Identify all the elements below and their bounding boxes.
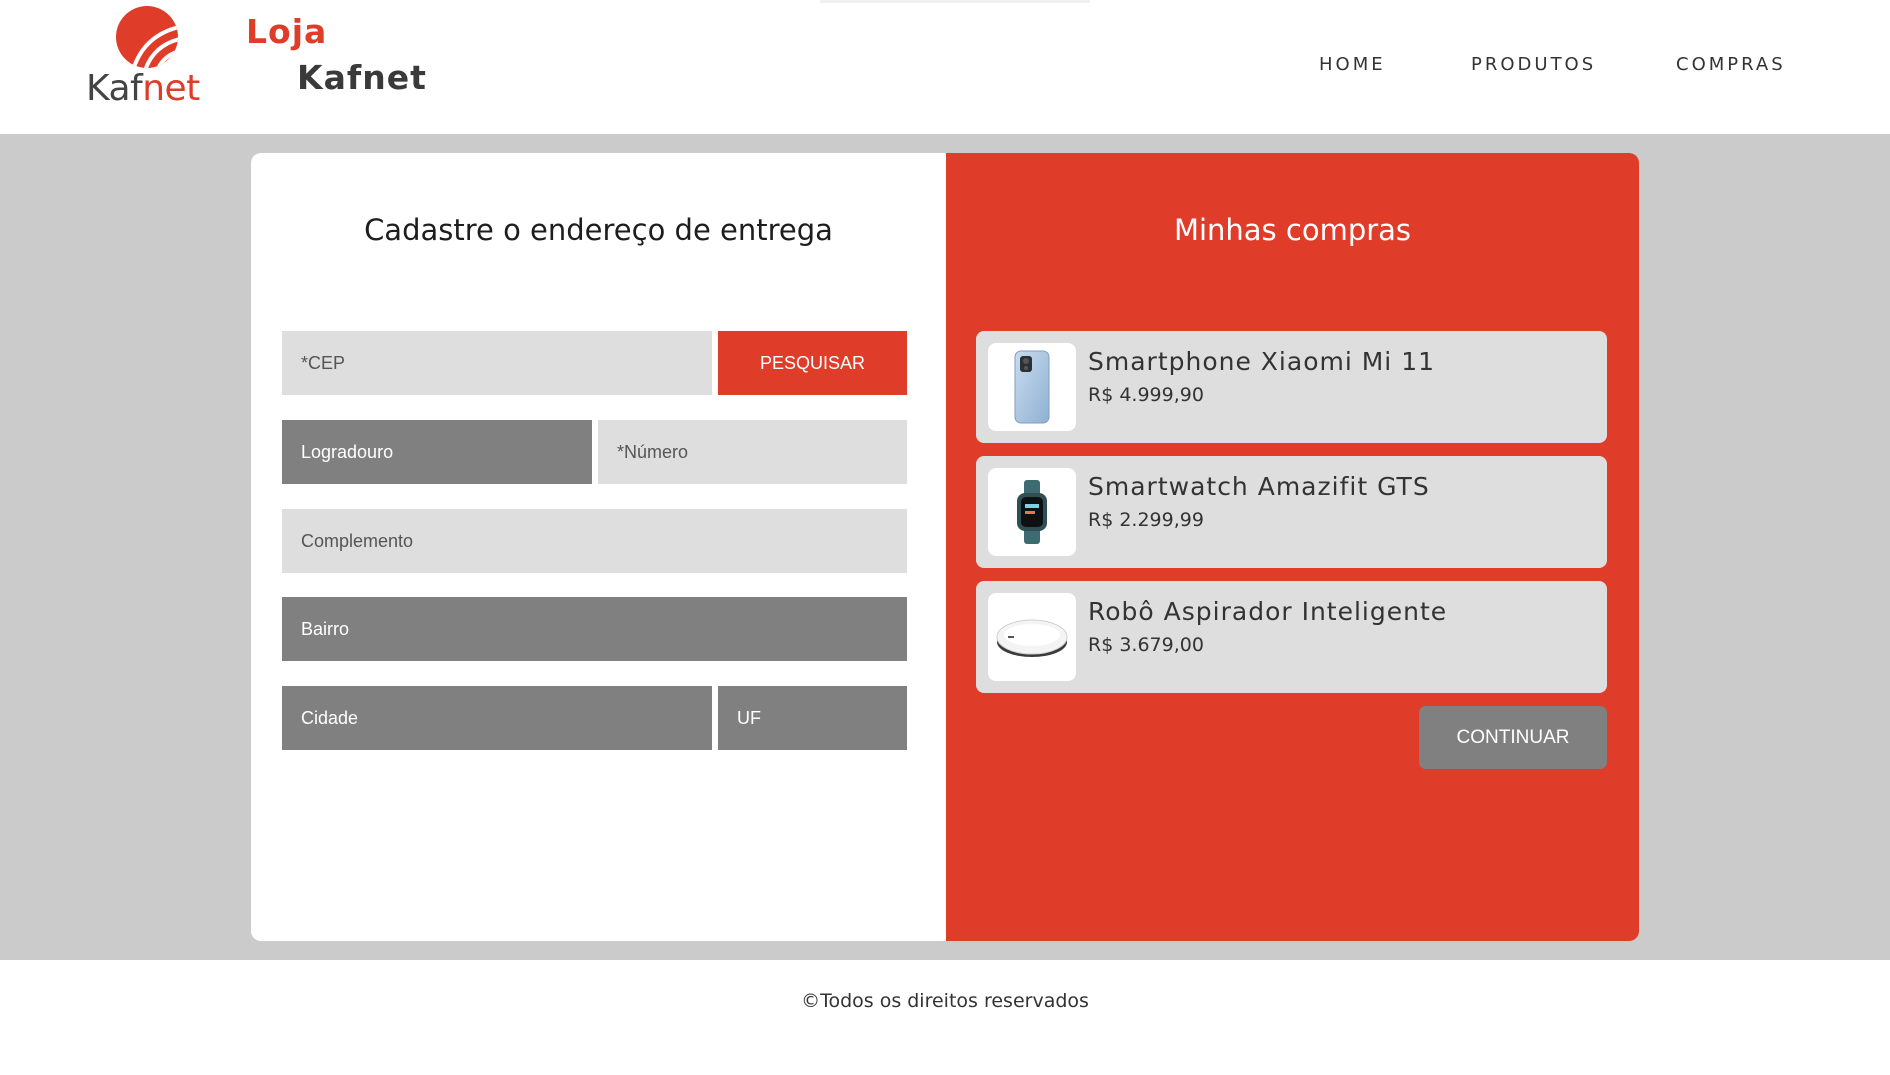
product-name: Smartwatch Amazifit GTS xyxy=(1088,472,1430,501)
brand-title-loja: Loja xyxy=(246,12,328,51)
cart-card: Minhas compras Smartphone Xiaomi Mi 11 R… xyxy=(946,153,1639,941)
logo-wordmark: Kafnet xyxy=(86,68,200,109)
kafnet-logo[interactable]: Kafnet xyxy=(86,4,216,114)
cidade-field[interactable]: Cidade xyxy=(282,686,712,750)
cart-item[interactable]: Smartwatch Amazifit GTS R$ 2.299,99 xyxy=(976,456,1607,568)
product-thumbnail xyxy=(988,343,1076,431)
product-name: Smartphone Xiaomi Mi 11 xyxy=(1088,347,1436,376)
nav-home[interactable]: HOME xyxy=(1319,54,1386,75)
product-price: R$ 3.679,00 xyxy=(1088,634,1204,656)
address-form-card: Cadastre o endereço de entrega *CEP PESQ… xyxy=(251,153,946,941)
numero-input[interactable]: *Número xyxy=(598,420,907,484)
site-header: Kafnet Loja Kafnet HOME PRODUTOS COMPRAS xyxy=(0,0,1890,134)
product-price: R$ 4.999,90 xyxy=(1088,384,1204,406)
logo-mark-icon xyxy=(116,6,178,68)
cart-item[interactable]: Smartphone Xiaomi Mi 11 R$ 4.999,90 xyxy=(976,331,1607,443)
nav-compras[interactable]: COMPRAS xyxy=(1676,54,1786,75)
top-divider xyxy=(820,0,1090,3)
uf-field[interactable]: UF xyxy=(718,686,907,750)
smartphone-icon xyxy=(1014,350,1050,424)
product-name: Robô Aspirador Inteligente xyxy=(1088,597,1448,626)
continue-button[interactable]: CONTINUAR xyxy=(1419,706,1607,769)
cart-title: Minhas compras xyxy=(1173,213,1412,247)
cart-item[interactable]: Robô Aspirador Inteligente R$ 3.679,00 xyxy=(976,581,1607,693)
smartwatch-icon xyxy=(1017,480,1047,544)
product-thumbnail xyxy=(988,593,1076,681)
robot-vacuum-icon xyxy=(996,619,1068,657)
cep-input[interactable]: *CEP xyxy=(282,331,712,395)
logradouro-field[interactable]: Logradouro xyxy=(282,420,592,484)
product-thumbnail xyxy=(988,468,1076,556)
search-cep-button[interactable]: PESQUISAR xyxy=(718,331,907,395)
product-price: R$ 2.299,99 xyxy=(1088,509,1204,531)
brand-title-kafnet: Kafnet xyxy=(297,58,427,97)
address-form-title: Cadastre o endereço de entrega xyxy=(364,213,833,247)
bairro-field[interactable]: Bairro xyxy=(282,597,907,661)
footer-copyright: ©Todos os direitos reservados xyxy=(801,990,1089,1012)
complemento-input[interactable]: Complemento xyxy=(282,509,907,573)
nav-produtos[interactable]: PRODUTOS xyxy=(1471,54,1596,75)
